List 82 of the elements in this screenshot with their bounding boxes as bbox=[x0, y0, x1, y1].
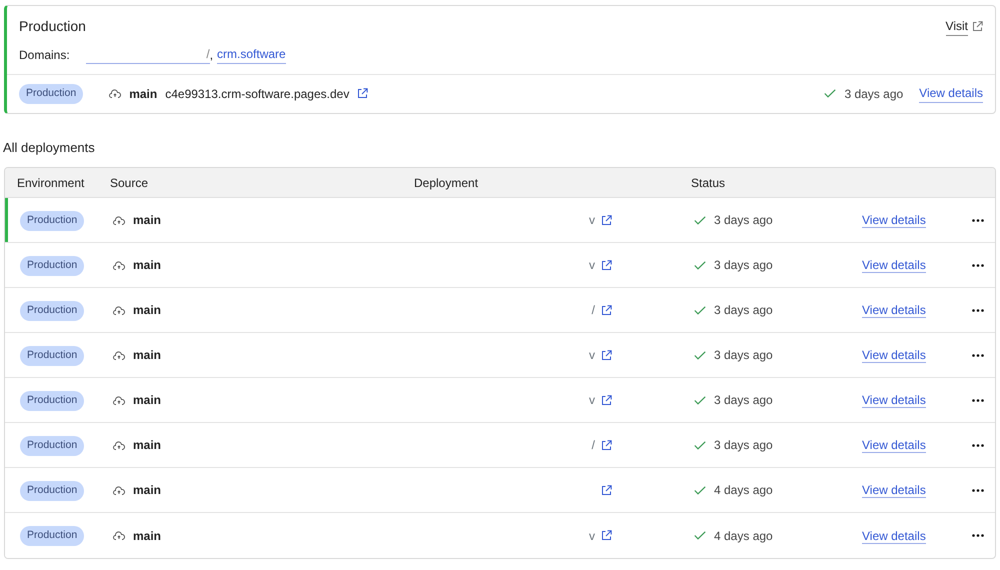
external-link-icon[interactable] bbox=[601, 440, 612, 451]
environment-badge: Production bbox=[20, 346, 84, 366]
deployment-url: / bbox=[592, 437, 595, 454]
external-link-icon[interactable] bbox=[601, 484, 612, 496]
view-details-link[interactable]: View details bbox=[919, 84, 983, 104]
cloud-upload-icon bbox=[113, 440, 125, 450]
deployment-url: v bbox=[589, 212, 595, 230]
view-details-link[interactable]: View details bbox=[862, 258, 926, 274]
environment-badge: Production bbox=[20, 256, 84, 276]
external-link-icon[interactable] bbox=[601, 394, 612, 406]
cloud-upload-icon bbox=[113, 350, 125, 360]
more-icon[interactable] bbox=[972, 308, 984, 312]
deployment-url: c4e99313.crm-software.pages.dev bbox=[165, 86, 350, 103]
status-text: 3 days ago bbox=[714, 437, 773, 454]
branch-name: main bbox=[133, 302, 162, 320]
column-header: Source bbox=[110, 176, 148, 190]
visit-link[interactable]: Visit bbox=[946, 17, 968, 36]
branch-name: main bbox=[133, 437, 162, 454]
card-title: Production bbox=[19, 17, 86, 36]
status-text: 3 days ago bbox=[714, 257, 773, 274]
more-icon[interactable] bbox=[972, 264, 984, 267]
cloud-upload-icon bbox=[109, 89, 122, 98]
deployment-url: / bbox=[592, 302, 595, 320]
section-title: All deployments bbox=[3, 138, 96, 157]
external-link-icon[interactable] bbox=[357, 88, 368, 100]
more-icon[interactable] bbox=[972, 488, 984, 492]
environment-badge: Production bbox=[20, 436, 84, 456]
external-link-icon[interactable] bbox=[601, 530, 612, 542]
branch-name: main bbox=[133, 482, 162, 500]
domain-link[interactable]: crm.software bbox=[217, 45, 286, 64]
environment-badge: Production bbox=[20, 300, 84, 321]
status-text: 4 days ago bbox=[714, 528, 773, 545]
more-icon[interactable] bbox=[972, 444, 984, 447]
status-text: 3 days ago bbox=[844, 86, 904, 103]
external-link-icon[interactable] bbox=[601, 350, 612, 361]
more-icon[interactable] bbox=[972, 218, 984, 222]
column-header: Deployment bbox=[414, 174, 478, 192]
environment-badge: Production bbox=[20, 480, 84, 501]
column-header: Status bbox=[691, 176, 726, 190]
view-details-link[interactable]: View details bbox=[862, 393, 926, 408]
view-details-link[interactable]: View details bbox=[862, 213, 926, 228]
view-details-link[interactable]: View details bbox=[862, 438, 926, 454]
environment-badge: Production bbox=[20, 390, 84, 411]
status-text: 3 days ago bbox=[714, 347, 773, 364]
branch-name: main bbox=[133, 392, 162, 410]
cloud-upload-icon bbox=[113, 396, 125, 405]
environment-badge: Production bbox=[20, 210, 84, 231]
status-text: 3 days ago bbox=[714, 302, 773, 320]
more-icon[interactable] bbox=[972, 534, 984, 538]
environment-badge: Production bbox=[20, 526, 84, 546]
deployment-url: v bbox=[589, 257, 595, 274]
branch-name: main bbox=[133, 257, 162, 274]
view-details-link[interactable]: View details bbox=[862, 348, 926, 364]
branch-name: main bbox=[133, 212, 162, 230]
domain-link[interactable]: / bbox=[86, 45, 210, 64]
status-text: 3 days ago bbox=[714, 212, 773, 230]
view-details-link[interactable]: View details bbox=[862, 528, 926, 544]
deployment-url: v bbox=[589, 392, 595, 410]
separator-text: , bbox=[210, 46, 214, 64]
view-details-link[interactable]: View details bbox=[862, 303, 926, 318]
view-details-link[interactable]: View details bbox=[862, 483, 926, 498]
external-link-icon[interactable] bbox=[601, 260, 612, 271]
cloud-upload-icon bbox=[113, 260, 125, 270]
domains-label: Domains: bbox=[19, 46, 70, 64]
branch-name: main bbox=[129, 86, 158, 103]
branch-name: main bbox=[133, 528, 162, 545]
external-link-icon[interactable] bbox=[972, 21, 983, 32]
cloud-upload-icon bbox=[113, 531, 125, 540]
environment-badge: Production bbox=[19, 84, 84, 104]
deployment-url: v bbox=[589, 528, 595, 545]
status-text: 4 days ago bbox=[714, 482, 773, 500]
branch-name: main bbox=[133, 347, 162, 364]
more-icon[interactable] bbox=[972, 398, 984, 402]
external-link-icon[interactable] bbox=[601, 214, 612, 226]
external-link-icon[interactable] bbox=[601, 304, 612, 316]
cloud-upload-icon bbox=[113, 306, 125, 315]
status-text: 3 days ago bbox=[714, 392, 773, 410]
column-header: Environment bbox=[17, 176, 84, 190]
deployment-url: v bbox=[589, 347, 595, 364]
cloud-upload-icon bbox=[113, 216, 125, 225]
cloud-upload-icon bbox=[113, 486, 125, 495]
more-icon[interactable] bbox=[972, 354, 984, 357]
